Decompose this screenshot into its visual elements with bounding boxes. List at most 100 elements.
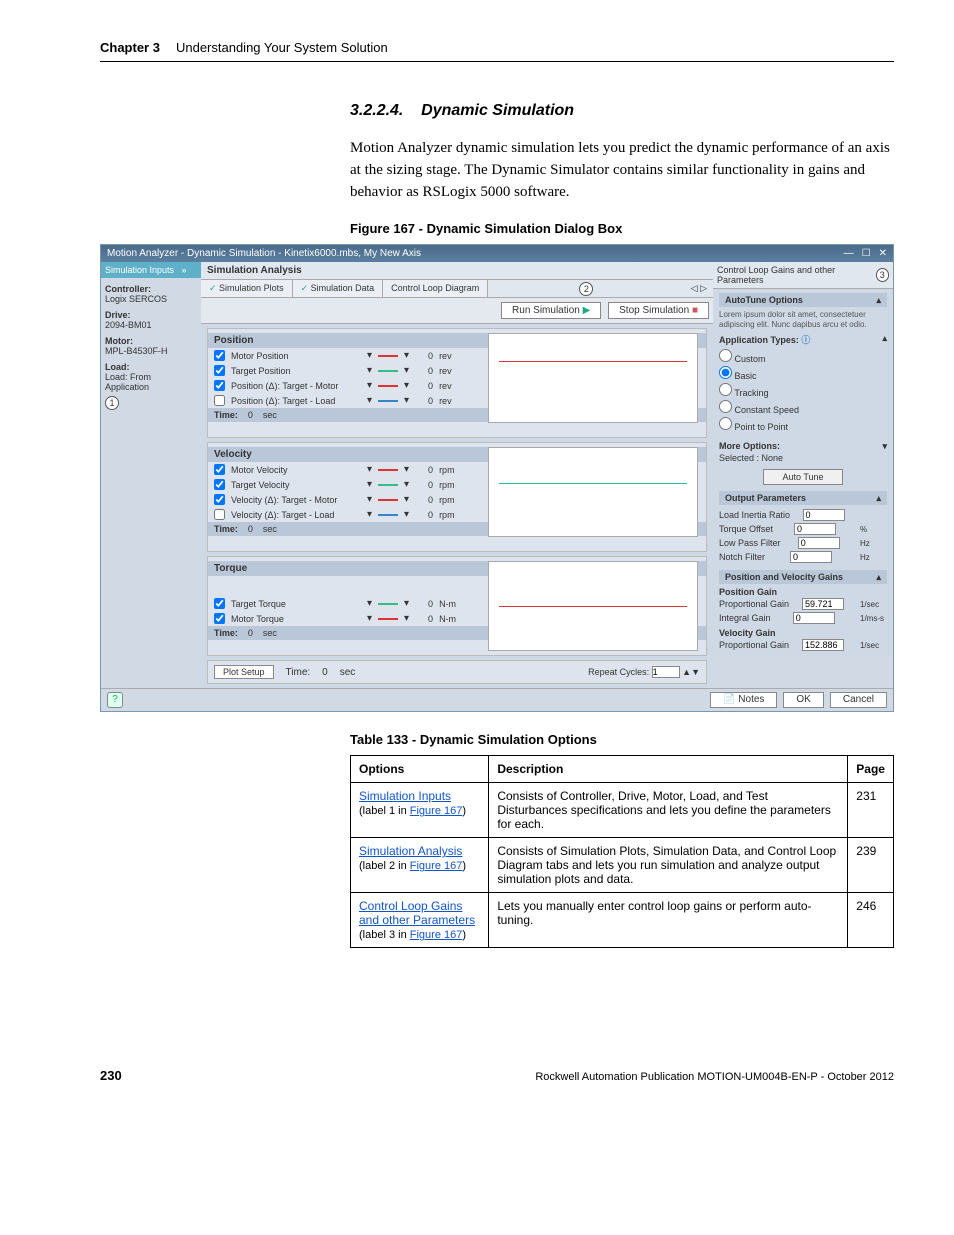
color-swatch[interactable] bbox=[378, 484, 398, 486]
checkbox-motor-torque[interactable] bbox=[214, 613, 225, 624]
autotune-description: Lorem ipsum dolor sit amet, consectetuer… bbox=[719, 310, 887, 329]
color-swatch[interactable] bbox=[378, 355, 398, 357]
notes-button[interactable]: 📄 Notes bbox=[710, 692, 777, 708]
th-options: Options bbox=[351, 756, 489, 783]
close-icon[interactable]: ✕ bbox=[879, 248, 887, 259]
load-inertia-input[interactable] bbox=[803, 509, 845, 521]
control-loop-gains-panel: Control Loop Gains and other Parameters … bbox=[713, 262, 893, 688]
checkbox-motor-position[interactable] bbox=[214, 350, 225, 361]
controller-value: Logix SERCOS bbox=[105, 294, 197, 304]
dropdown-icon[interactable]: ▾ bbox=[404, 479, 409, 490]
radio-basic[interactable]: Basic bbox=[719, 365, 887, 382]
color-swatch[interactable] bbox=[378, 469, 398, 471]
color-swatch[interactable] bbox=[378, 385, 398, 387]
checkbox-target-torque[interactable] bbox=[214, 598, 225, 609]
collapse-icon[interactable]: ▴ bbox=[876, 493, 881, 504]
pos-int-input[interactable] bbox=[793, 612, 835, 624]
color-swatch[interactable] bbox=[378, 499, 398, 501]
stop-simulation-button[interactable]: Stop Simulation ■ bbox=[608, 302, 709, 319]
checkbox-position-delta-motor[interactable] bbox=[214, 380, 225, 391]
dropdown-icon[interactable]: ▾ bbox=[367, 613, 372, 624]
run-simulation-button[interactable]: Run Simulation ▶ bbox=[501, 302, 601, 319]
notch-input[interactable] bbox=[790, 551, 832, 563]
load-label: Load: bbox=[105, 362, 197, 372]
velocity-chart[interactable] bbox=[488, 447, 698, 537]
dropdown-icon[interactable]: ▾ bbox=[404, 395, 409, 406]
dropdown-icon[interactable]: ▾ bbox=[367, 395, 372, 406]
checkbox-target-velocity[interactable] bbox=[214, 479, 225, 490]
dropdown-icon[interactable]: ▾ bbox=[404, 464, 409, 475]
dropdown-icon[interactable]: ▾ bbox=[367, 464, 372, 475]
callout-2: 2 bbox=[579, 282, 593, 296]
lpf-input[interactable] bbox=[798, 537, 840, 549]
collapse-icon[interactable]: ▴ bbox=[876, 295, 881, 306]
color-swatch[interactable] bbox=[378, 603, 398, 605]
dropdown-icon[interactable]: ▾ bbox=[367, 479, 372, 490]
info-icon[interactable]: ⓘ bbox=[801, 335, 810, 345]
dropdown-icon[interactable]: ▾ bbox=[404, 380, 409, 391]
color-swatch[interactable] bbox=[378, 514, 398, 516]
desc-cell: Consists of Controller, Drive, Motor, Lo… bbox=[489, 783, 848, 838]
help-icon[interactable]: ? bbox=[107, 692, 123, 708]
tab-control-loop-diagram[interactable]: Control Loop Diagram bbox=[383, 280, 488, 297]
dropdown-icon[interactable]: ▾ bbox=[404, 613, 409, 624]
dropdown-icon[interactable]: ▾ bbox=[367, 350, 372, 361]
torque-chart[interactable] bbox=[488, 561, 698, 651]
checkbox-velocity-delta-load[interactable] bbox=[214, 509, 225, 520]
auto-tune-button[interactable]: Auto Tune bbox=[763, 469, 843, 485]
link-simulation-analysis[interactable]: Simulation Analysis bbox=[359, 844, 462, 858]
cancel-button[interactable]: Cancel bbox=[830, 692, 887, 708]
checkbox-position-delta-load[interactable] bbox=[214, 395, 225, 406]
color-swatch[interactable] bbox=[378, 400, 398, 402]
pos-prop-input[interactable] bbox=[802, 598, 844, 610]
more-options-label: More Options: bbox=[719, 441, 780, 451]
checkbox-velocity-delta-motor[interactable] bbox=[214, 494, 225, 505]
ok-button[interactable]: OK bbox=[783, 692, 823, 708]
vel-prop-input[interactable] bbox=[802, 639, 844, 651]
bottom-time-value: 0 bbox=[322, 667, 328, 678]
velocity-proportional-gain: Proportional Gain1/sec bbox=[719, 638, 887, 652]
torque-offset-input[interactable] bbox=[794, 523, 836, 535]
dropdown-icon[interactable]: ▾ bbox=[367, 380, 372, 391]
dropdown-icon[interactable]: ▾ bbox=[404, 494, 409, 505]
dropdown-icon[interactable]: ▾ bbox=[404, 350, 409, 361]
dropdown-icon[interactable]: ▾ bbox=[404, 365, 409, 376]
minimize-icon[interactable]: — bbox=[844, 248, 854, 259]
repeat-cycles-input[interactable] bbox=[652, 666, 680, 678]
radio-custom[interactable]: Custom bbox=[719, 348, 887, 365]
stepper-icon[interactable]: ▲▼ bbox=[682, 667, 700, 677]
link-figure-167[interactable]: Figure 167 bbox=[410, 929, 463, 941]
dropdown-icon[interactable]: ▾ bbox=[404, 598, 409, 609]
link-figure-167[interactable]: Figure 167 bbox=[410, 805, 463, 817]
dropdown-icon[interactable]: ▾ bbox=[404, 509, 409, 520]
radio-point-to-point[interactable]: Point to Point bbox=[719, 416, 887, 433]
dropdown-icon[interactable]: ▾ bbox=[367, 509, 372, 520]
desc-cell: Lets you manually enter control loop gai… bbox=[489, 893, 848, 948]
simulation-controls: Run Simulation ▶ Stop Simulation ■ bbox=[201, 298, 713, 324]
color-swatch[interactable] bbox=[378, 618, 398, 620]
dropdown-icon[interactable]: ▾ bbox=[367, 494, 372, 505]
collapse-icon[interactable]: ▴ bbox=[882, 333, 887, 344]
tab-simulation-plots[interactable]: Simulation Plots bbox=[201, 280, 293, 297]
radio-tracking[interactable]: Tracking bbox=[719, 382, 887, 399]
link-figure-167[interactable]: Figure 167 bbox=[410, 860, 463, 872]
table-row: Control Loop Gains and other Parameters(… bbox=[351, 893, 894, 948]
color-swatch[interactable] bbox=[378, 370, 398, 372]
link-simulation-inputs[interactable]: Simulation Inputs bbox=[359, 789, 451, 803]
checkbox-target-position[interactable] bbox=[214, 365, 225, 376]
maximize-icon[interactable]: ☐ bbox=[862, 248, 871, 259]
checkbox-motor-velocity[interactable] bbox=[214, 464, 225, 475]
collapse-icon[interactable]: ▴ bbox=[876, 572, 881, 583]
dropdown-icon[interactable]: ▾ bbox=[367, 365, 372, 376]
expand-icon[interactable]: ▾ bbox=[882, 441, 887, 452]
link-control-loop-gains[interactable]: Control Loop Gains and other Parameters bbox=[359, 899, 475, 927]
analysis-tabs: Simulation Plots Simulation Data Control… bbox=[201, 280, 713, 298]
position-chart[interactable] bbox=[488, 333, 698, 423]
plot-setup-button[interactable]: Plot Setup bbox=[214, 665, 274, 679]
tab-simulation-inputs[interactable]: Simulation Inputs » bbox=[101, 262, 201, 278]
radio-constant-speed[interactable]: Constant Speed bbox=[719, 399, 887, 416]
tab-nav-icons[interactable]: ◁ ▷ bbox=[685, 280, 713, 297]
dropdown-icon[interactable]: ▾ bbox=[367, 598, 372, 609]
tab-simulation-data[interactable]: Simulation Data bbox=[293, 280, 384, 297]
motor-value: MPL-B4530F-H bbox=[105, 346, 197, 356]
